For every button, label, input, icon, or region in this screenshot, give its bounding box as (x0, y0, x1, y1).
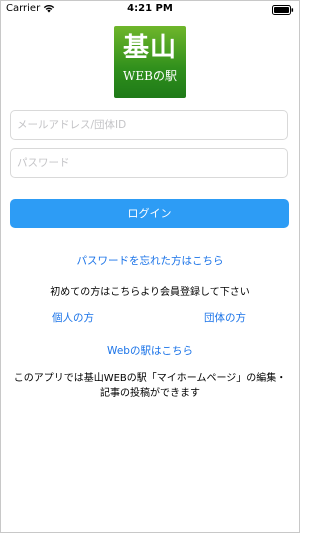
logo-sub-text: WEBの駅 (123, 69, 177, 83)
individual-register-link[interactable]: 個人の方 (52, 310, 94, 325)
logo-main-text: 基山 (122, 33, 177, 63)
login-button[interactable]: ログイン (10, 199, 289, 228)
battery-icon (272, 5, 294, 15)
group-register-link[interactable]: 団体の方 (204, 310, 246, 325)
status-bar: Carrier 4:21 PM (0, 0, 300, 20)
app-logo: 基山 WEBの駅 (114, 26, 186, 98)
status-time: 4:21 PM (127, 3, 173, 14)
first-time-text: 初めての方はこちらより会員登録して下さい (50, 287, 250, 298)
forgot-password-link[interactable]: パスワードを忘れた方はこちら (0, 253, 300, 268)
email-field[interactable] (10, 110, 288, 140)
web-station-link[interactable]: Webの駅はこちら (0, 343, 300, 358)
password-field[interactable] (10, 148, 288, 178)
app-description: このアプリでは基山WEBの駅「マイホームページ」の編集・記事の投稿ができます (13, 373, 287, 399)
